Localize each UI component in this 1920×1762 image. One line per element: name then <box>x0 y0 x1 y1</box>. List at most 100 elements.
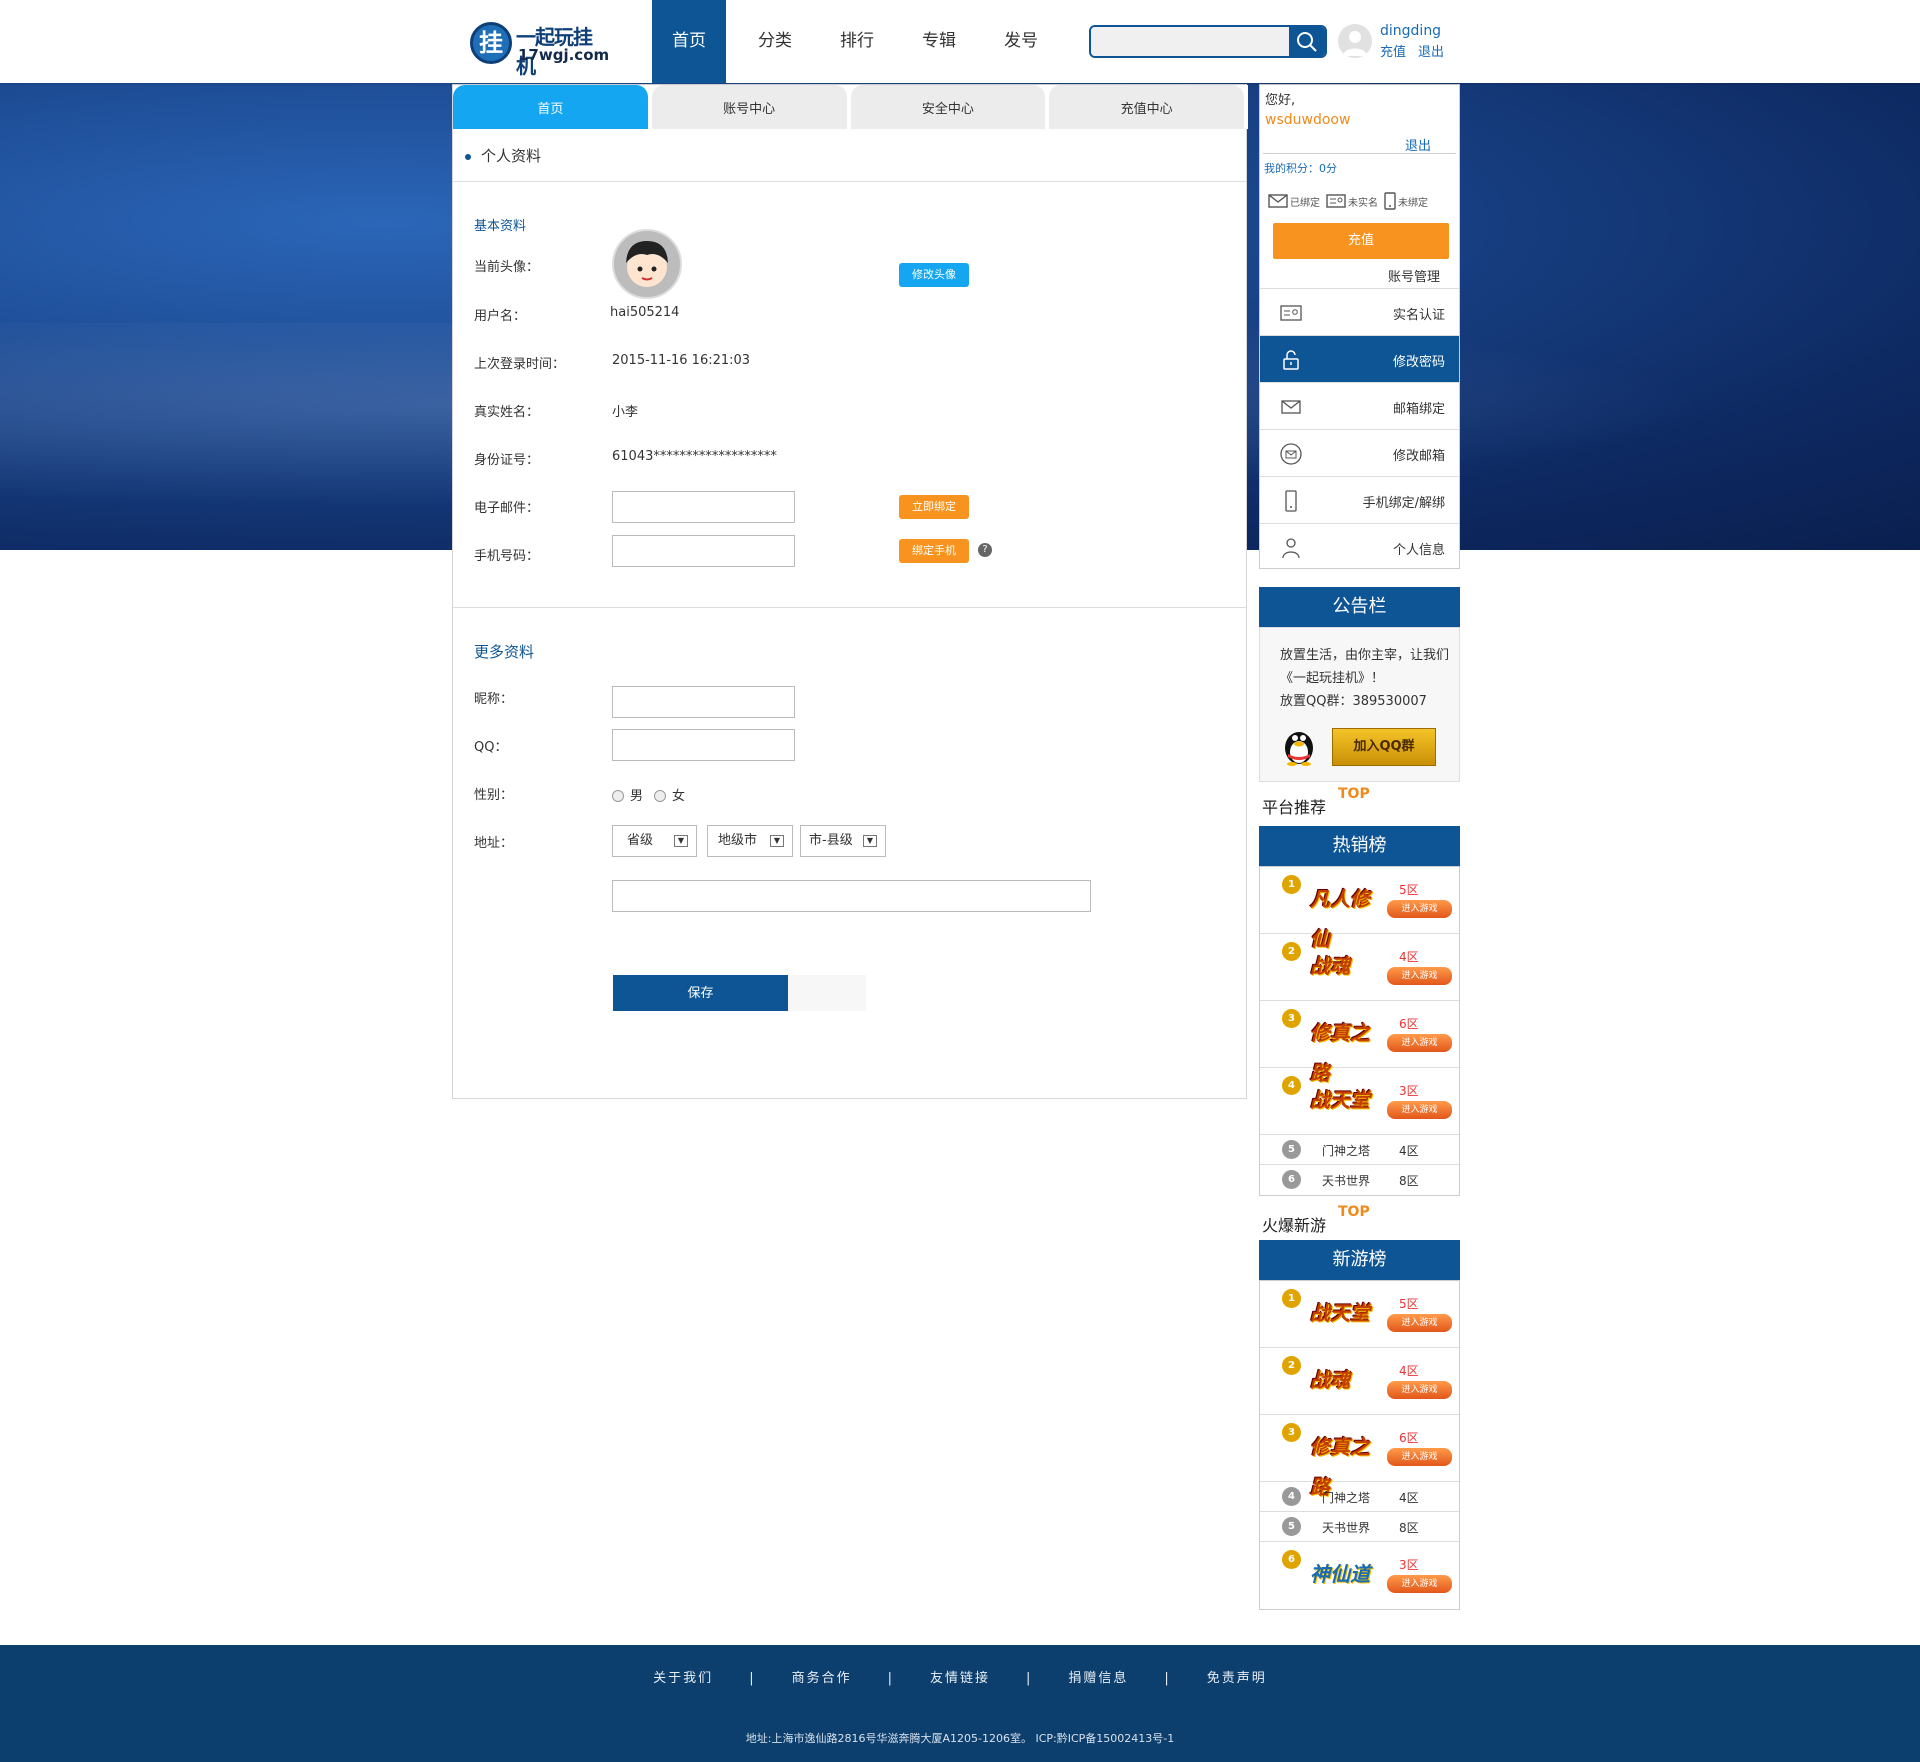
enter-game-button[interactable]: 进入游戏 <box>1387 967 1452 985</box>
list-item[interactable]: 5 门神之塔 4区 <box>1260 1135 1459 1165</box>
list-item[interactable]: 5 天书世界 8区 <box>1260 1512 1459 1542</box>
nav-album[interactable]: 专辑 <box>898 0 980 83</box>
tab-recharge-center[interactable]: 充值中心 <box>1049 85 1244 129</box>
game-name: 天书世界 <box>1322 1521 1371 1535</box>
enter-game-button[interactable]: 进入游戏 <box>1387 1381 1452 1399</box>
list-item[interactable]: 4 战天堂 3区 进入游戏 <box>1260 1068 1459 1135</box>
main-nav: 首页 分类 排行 专辑 发号 <box>652 0 1062 83</box>
header-username[interactable]: dingding <box>1380 23 1441 39</box>
tab-account-center[interactable]: 账号中心 <box>651 85 847 129</box>
enter-game-button[interactable]: 进入游戏 <box>1387 900 1452 918</box>
notice-qq-group: 放置QQ群：389530007 <box>1280 694 1427 709</box>
footer-disclaimer-link[interactable]: 免责声明 <box>1207 1671 1267 1686</box>
county-select[interactable]: 市-县级 ▼ <box>800 825 886 857</box>
city-select-value: 地级市 <box>718 833 758 848</box>
menu-email-bind[interactable]: 邮箱绑定 <box>1260 382 1459 429</box>
logo-url: 17wgj.com <box>518 46 610 64</box>
gender-male-radio[interactable]: 男 <box>612 785 643 804</box>
site-logo[interactable]: 挂 一起玩挂机 17wgj.com <box>470 18 610 78</box>
id-card-icon <box>1326 194 1346 208</box>
realname-bind-status: 未实名 <box>1326 192 1378 210</box>
footer-friend-links[interactable]: 友情链接 <box>930 1671 990 1686</box>
username-value: hai505214 <box>610 305 680 320</box>
nickname-field[interactable] <box>612 686 795 718</box>
enter-game-button[interactable]: 进入游戏 <box>1387 1314 1452 1332</box>
search-input[interactable] <box>1091 27 1289 56</box>
bind-status: 已绑定 未实名 未绑定 <box>1268 192 1428 210</box>
phone-icon <box>1384 192 1396 210</box>
nav-ranking[interactable]: 排行 <box>816 0 898 83</box>
tab-security-center[interactable]: 安全中心 <box>850 85 1046 129</box>
id-number-label: 身份证号： <box>474 453 540 468</box>
menu-change-email[interactable]: 修改邮箱 <box>1260 429 1459 476</box>
basic-info-title: 基本资料 <box>474 219 527 234</box>
header-logout-link[interactable]: 退出 <box>1418 45 1444 60</box>
platform-recommend-label: 平台推荐 <box>1262 798 1327 817</box>
list-item[interactable]: 1 战天堂 5区 进入游戏 <box>1260 1281 1459 1348</box>
game-logo: 凡人修仙 <box>1310 887 1370 951</box>
last-login-value: 2015-11-16 16:21:03 <box>612 353 751 368</box>
enter-game-button[interactable]: 进入游戏 <box>1387 1101 1452 1119</box>
game-logo: 战魂 <box>1310 954 1350 978</box>
enter-game-button[interactable]: 进入游戏 <box>1387 1448 1452 1466</box>
gender-female-radio[interactable]: 女 <box>654 785 685 804</box>
bind-email-button[interactable]: 立即绑定 <box>899 495 969 519</box>
list-item[interactable]: 3 修真之路 6区 进入游戏 <box>1260 1001 1459 1085</box>
menu-realname[interactable]: 实名认证 <box>1260 288 1459 335</box>
game-name: 门神之塔 <box>1322 1491 1371 1505</box>
game-logo: 神仙道 <box>1310 1562 1370 1586</box>
join-qq-group-button[interactable]: 加入QQ群 <box>1332 728 1436 766</box>
footer-business-link[interactable]: 商务合作 <box>792 1671 852 1686</box>
top-header: 挂 一起玩挂机 17wgj.com 首页 分类 排行 专辑 发号 dingdin… <box>0 0 1920 83</box>
help-icon[interactable]: ? <box>978 543 992 557</box>
recharge-button[interactable]: 充值 <box>1273 223 1449 259</box>
game-logo: 战天堂 <box>1310 1088 1370 1112</box>
sidebar-logout-link[interactable]: 退出 <box>1405 135 1431 154</box>
radio-circle-icon <box>612 790 624 802</box>
radio-circle-icon <box>654 790 666 802</box>
qq-field[interactable] <box>612 729 795 761</box>
footer-separator: | <box>887 1671 894 1686</box>
gender-label: 性别： <box>474 788 514 803</box>
list-item[interactable]: 2 战魂 4区 进入游戏 <box>1260 1348 1459 1415</box>
game-zone: 6区 <box>1399 1431 1419 1445</box>
footer-links: 关于我们 | 商务合作 | 友情链接 | 捐赠信息 | 免责声明 <box>0 1667 1920 1686</box>
user-avatar[interactable] <box>1338 24 1372 58</box>
list-item[interactable]: 3 修真之路 6区 进入游戏 <box>1260 1415 1459 1499</box>
rank-number: 3 <box>1282 1009 1301 1028</box>
search-button[interactable] <box>1289 27 1325 56</box>
list-item[interactable]: 2 战魂 4区 进入游戏 <box>1260 934 1459 1001</box>
header-recharge-link[interactable]: 充值 <box>1380 45 1406 60</box>
nav-category[interactable]: 分类 <box>734 0 816 83</box>
rank-number: 1 <box>1282 1289 1301 1308</box>
phone-icon <box>1285 490 1297 512</box>
list-item[interactable]: 1 凡人修仙 5区 进入游戏 <box>1260 867 1459 951</box>
save-button[interactable]: 保存 <box>613 975 788 1011</box>
nav-home[interactable]: 首页 <box>652 0 726 83</box>
city-select[interactable]: 地级市 ▼ <box>707 825 793 857</box>
phone-field[interactable] <box>612 535 795 567</box>
list-item[interactable]: 6 天书世界 8区 <box>1260 1165 1459 1195</box>
list-item[interactable]: 4 门神之塔 4区 <box>1260 1482 1459 1512</box>
gender-male-label: 男 <box>630 789 644 804</box>
menu-phone-bind[interactable]: 手机绑定/解绑 <box>1260 476 1459 523</box>
enter-game-button[interactable]: 进入游戏 <box>1387 1034 1452 1052</box>
address-detail-field[interactable] <box>612 880 1091 912</box>
footer-separator: | <box>1164 1671 1171 1686</box>
account-menu: 实名认证 修改密码 邮箱绑定 修改邮箱 手机绑定/解绑 个人信息 <box>1260 288 1459 570</box>
list-item[interactable]: 6 神仙道 3区 进入游戏 <box>1260 1542 1459 1609</box>
tab-home[interactable]: 首页 <box>453 85 648 129</box>
footer-donate-link[interactable]: 捐赠信息 <box>1068 1671 1128 1686</box>
rank-number: 2 <box>1282 942 1301 961</box>
footer-about-link[interactable]: 关于我们 <box>653 1671 713 1686</box>
bind-phone-button[interactable]: 绑定手机 <box>899 539 969 563</box>
menu-change-password[interactable]: 修改密码 <box>1260 335 1459 382</box>
province-select[interactable]: 省级 ▼ <box>612 825 697 857</box>
email-field[interactable] <box>612 491 795 523</box>
enter-game-button[interactable]: 进入游戏 <box>1387 1575 1452 1593</box>
change-avatar-button[interactable]: 修改头像 <box>899 263 969 287</box>
menu-personal-info[interactable]: 个人信息 <box>1260 523 1459 570</box>
search-icon <box>1297 32 1317 52</box>
footer: 关于我们 | 商务合作 | 友情链接 | 捐赠信息 | 免责声明 地址:上海市逸仙路2816号华… <box>0 1645 1920 1762</box>
nav-gift-code[interactable]: 发号 <box>980 0 1062 83</box>
